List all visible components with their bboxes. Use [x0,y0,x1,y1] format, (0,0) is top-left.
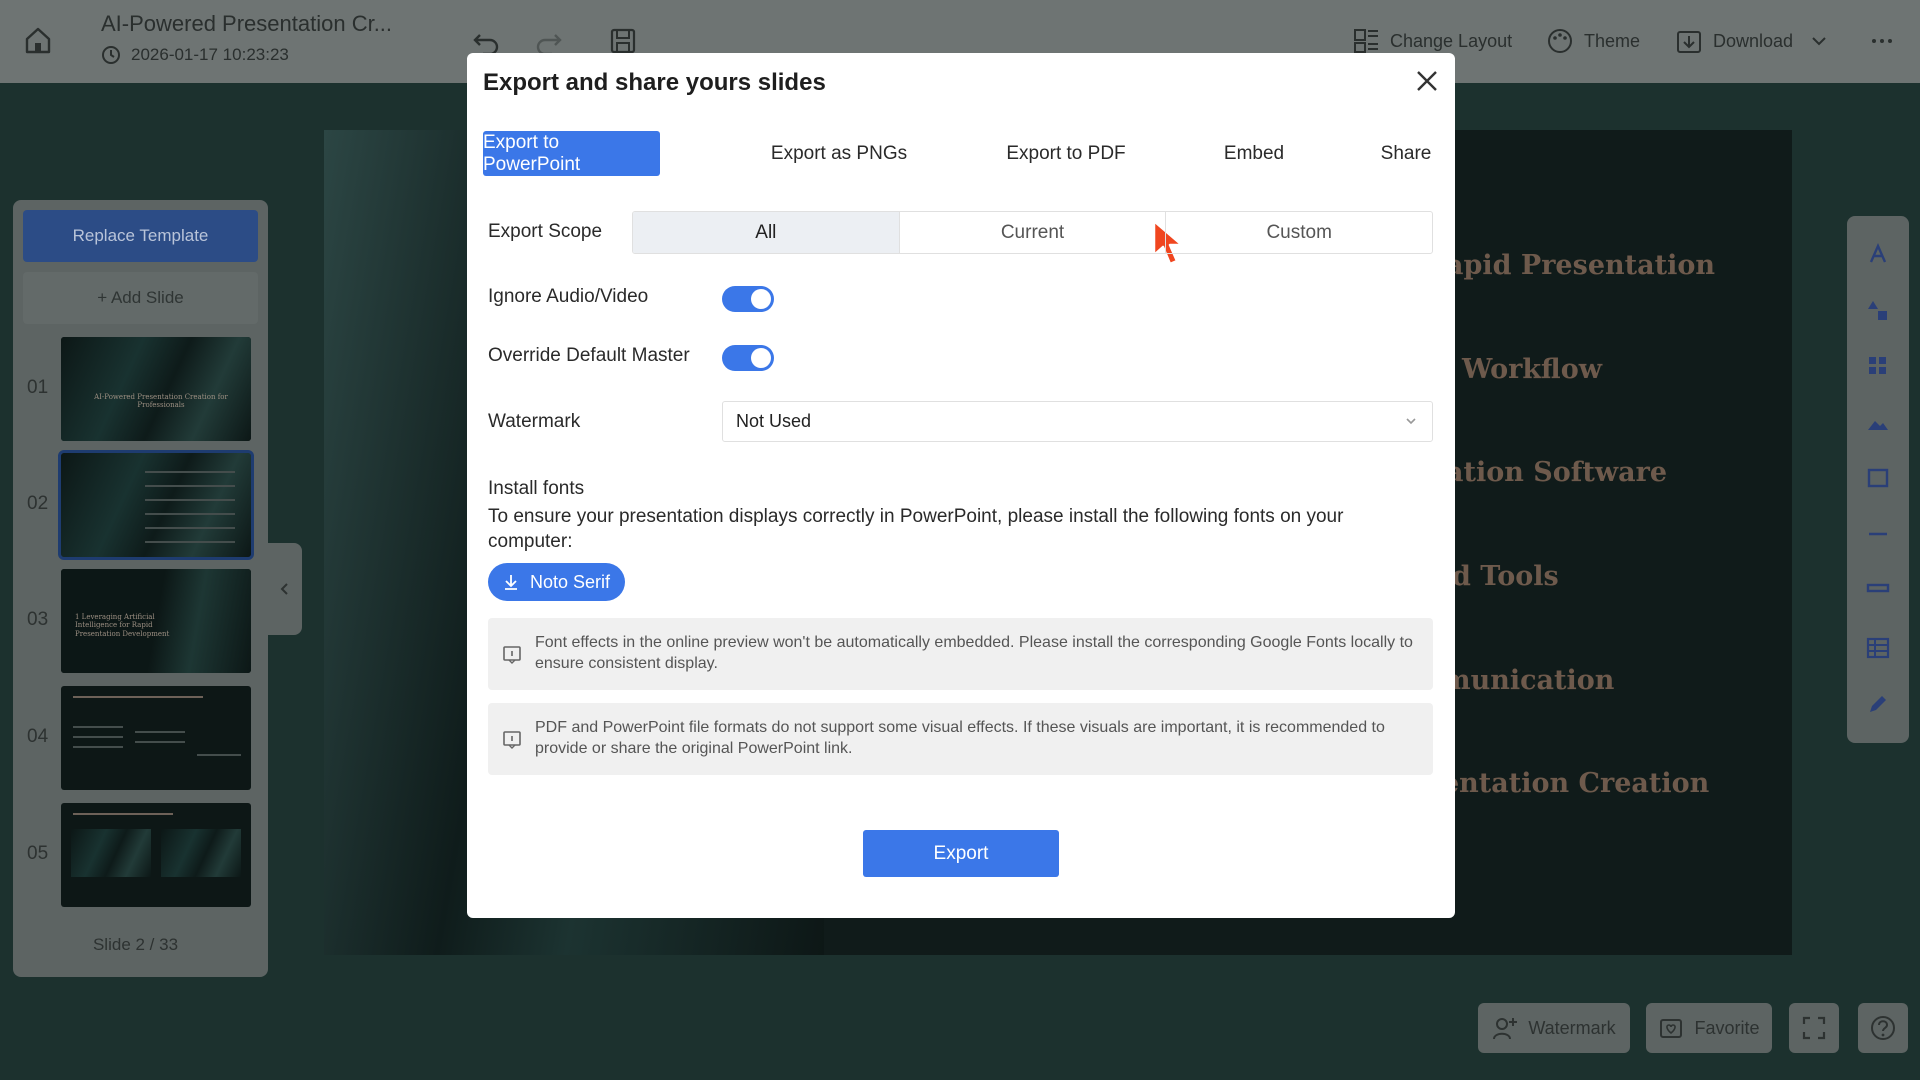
slide-text-line: munication [1442,665,1615,696]
download-label: Download [1713,30,1794,51]
watermark-select[interactable]: Not Used [722,401,1433,442]
ignore-audio-video-toggle[interactable] [722,286,774,312]
dialog-title: Export and share yours slides [483,69,826,96]
frame-icon[interactable] [1866,466,1890,490]
favorite-button-label: Favorite [1694,1017,1760,1038]
favorite-button[interactable]: Favorite [1646,1003,1772,1053]
theme-label: Theme [1584,30,1641,51]
notice-text: PDF and PowerPoint file formats do not s… [535,719,1385,757]
info-icon [503,731,521,749]
slide-thumbnail-selected[interactable] [58,450,254,560]
slide-thumbnail[interactable]: AI-Powered Presentation Creation for Pro… [61,337,251,441]
palette-icon [1548,29,1572,53]
slide-thumbnail[interactable] [61,686,251,790]
slide-thumbnail-title: AI-Powered Presentation Creation for Pro… [94,393,228,410]
slide-thumbnail[interactable] [61,803,251,907]
font-embed-notice: Font effects in the online preview won't… [488,618,1433,690]
change-layout-label: Change Layout [1390,30,1513,51]
pen-icon[interactable] [1866,692,1890,716]
slide-number: 05 [27,843,49,864]
slide-thumbnail-row[interactable]: 05 [13,803,268,909]
watermark-button-label: Watermark [1528,1017,1616,1038]
slide-number: 03 [27,609,49,630]
grid-icon[interactable] [1866,354,1890,378]
export-dialog: Export and share yours slides Export to … [467,53,1455,918]
slide-thumbnail-row[interactable]: 02 [13,450,268,560]
notice-text: Font effects in the online preview won't… [535,634,1413,672]
line-icon[interactable] [1866,522,1890,546]
slide-text-line: apid Presentation [1446,250,1715,281]
visual-effects-notice: PDF and PowerPoint file formats do not s… [488,703,1433,775]
tab-share[interactable]: Share [1373,131,1439,176]
watermark-icon [1493,1018,1518,1040]
slide-number: 02 [27,493,49,514]
collapse-sidebar-button[interactable] [268,543,302,635]
document-title[interactable]: AI-Powered Presentation Cr... [101,11,392,37]
scope-option-all[interactable]: All [633,212,899,253]
right-toolbar [1847,216,1909,743]
history-icon [102,46,120,64]
install-fonts-description: To ensure your presentation displays cor… [488,506,1344,552]
favorite-icon [1660,1019,1683,1038]
timestamp-text: 2026-01-17 10:23:23 [131,45,289,64]
help-button[interactable] [1858,1003,1908,1053]
font-button-label: Noto Serif [530,571,611,592]
fullscreen-button[interactable] [1789,1003,1839,1053]
tab-export-powerpoint[interactable]: Export to PowerPoint [483,131,660,176]
slide-thumbnail-row[interactable]: 03 1 Leveraging Artificial Intelligence … [13,569,268,675]
close-icon[interactable] [1412,66,1442,96]
slide-text-line: Workflow [1462,354,1602,385]
slide-text-line: entation Creation [1442,768,1710,799]
slide-thumbnail[interactable]: 1 Leveraging Artificial Intelligence for… [61,569,251,673]
document-timestamp: 2026-01-17 10:23:23 [101,45,289,65]
watermark-label: Watermark [488,411,581,432]
slide-text-line: d Tools [1452,561,1559,592]
text-icon[interactable] [1866,242,1890,266]
slide-thumbnail-row[interactable]: 01 AI-Powered Presentation Creation for … [13,337,268,443]
watermark-button[interactable]: Watermark [1478,1003,1630,1053]
image-icon[interactable] [1866,410,1890,434]
chevron-down-icon [1812,37,1826,46]
scope-option-custom[interactable]: Custom [1165,212,1432,253]
chevron-down-icon [1406,418,1416,425]
chevron-left-icon [280,583,288,595]
install-font-noto-serif-button[interactable]: Noto Serif [488,563,626,601]
download-icon [1677,31,1701,53]
slide-text-line: ation Software [1446,457,1667,488]
add-slide-button[interactable]: + Add Slide [23,272,258,324]
info-icon [503,646,521,664]
table-icon[interactable] [1866,636,1890,660]
replace-template-button[interactable]: Replace Template [23,210,258,262]
home-icon[interactable] [22,24,54,56]
export-scope-selector: All Current Custom [632,211,1433,254]
layout-icon [1354,29,1378,53]
slide-number: 01 [27,377,49,398]
scope-option-current[interactable]: Current [898,212,1166,253]
slide-number: 04 [27,726,49,747]
slide-sidebar: Replace Template + Add Slide 01 AI-Power… [13,200,268,977]
fullscreen-icon [1802,1016,1826,1040]
slide-counter: Slide 2 / 33 [92,935,179,954]
tab-export-pdf[interactable]: Export to PDF [996,131,1136,176]
export-scope-label: Export Scope [488,221,603,242]
override-master-toggle[interactable] [722,345,774,371]
export-button[interactable]: Export [863,830,1059,877]
slide-thumbnail-row[interactable]: 04 [13,686,268,792]
tab-embed[interactable]: Embed [1214,131,1294,176]
help-icon [1871,1016,1895,1040]
watermark-select-value: Not Used [736,411,812,431]
divider-icon[interactable] [1866,576,1890,600]
theme-button[interactable]: Theme [1546,25,1640,57]
tab-export-pngs[interactable]: Export as PNGs [764,131,914,176]
download-button[interactable]: Download [1675,25,1829,57]
install-fonts-heading: Install fonts [488,478,585,499]
download-icon [505,575,517,590]
override-master-label: Override Default Master [488,345,690,366]
shapes-icon[interactable] [1866,298,1890,322]
slide-thumbnail-title: 1 Leveraging Artificial Intelligence for… [75,613,170,638]
more-options-icon[interactable] [1866,25,1898,57]
ignore-audio-video-label: Ignore Audio/Video [488,286,649,307]
